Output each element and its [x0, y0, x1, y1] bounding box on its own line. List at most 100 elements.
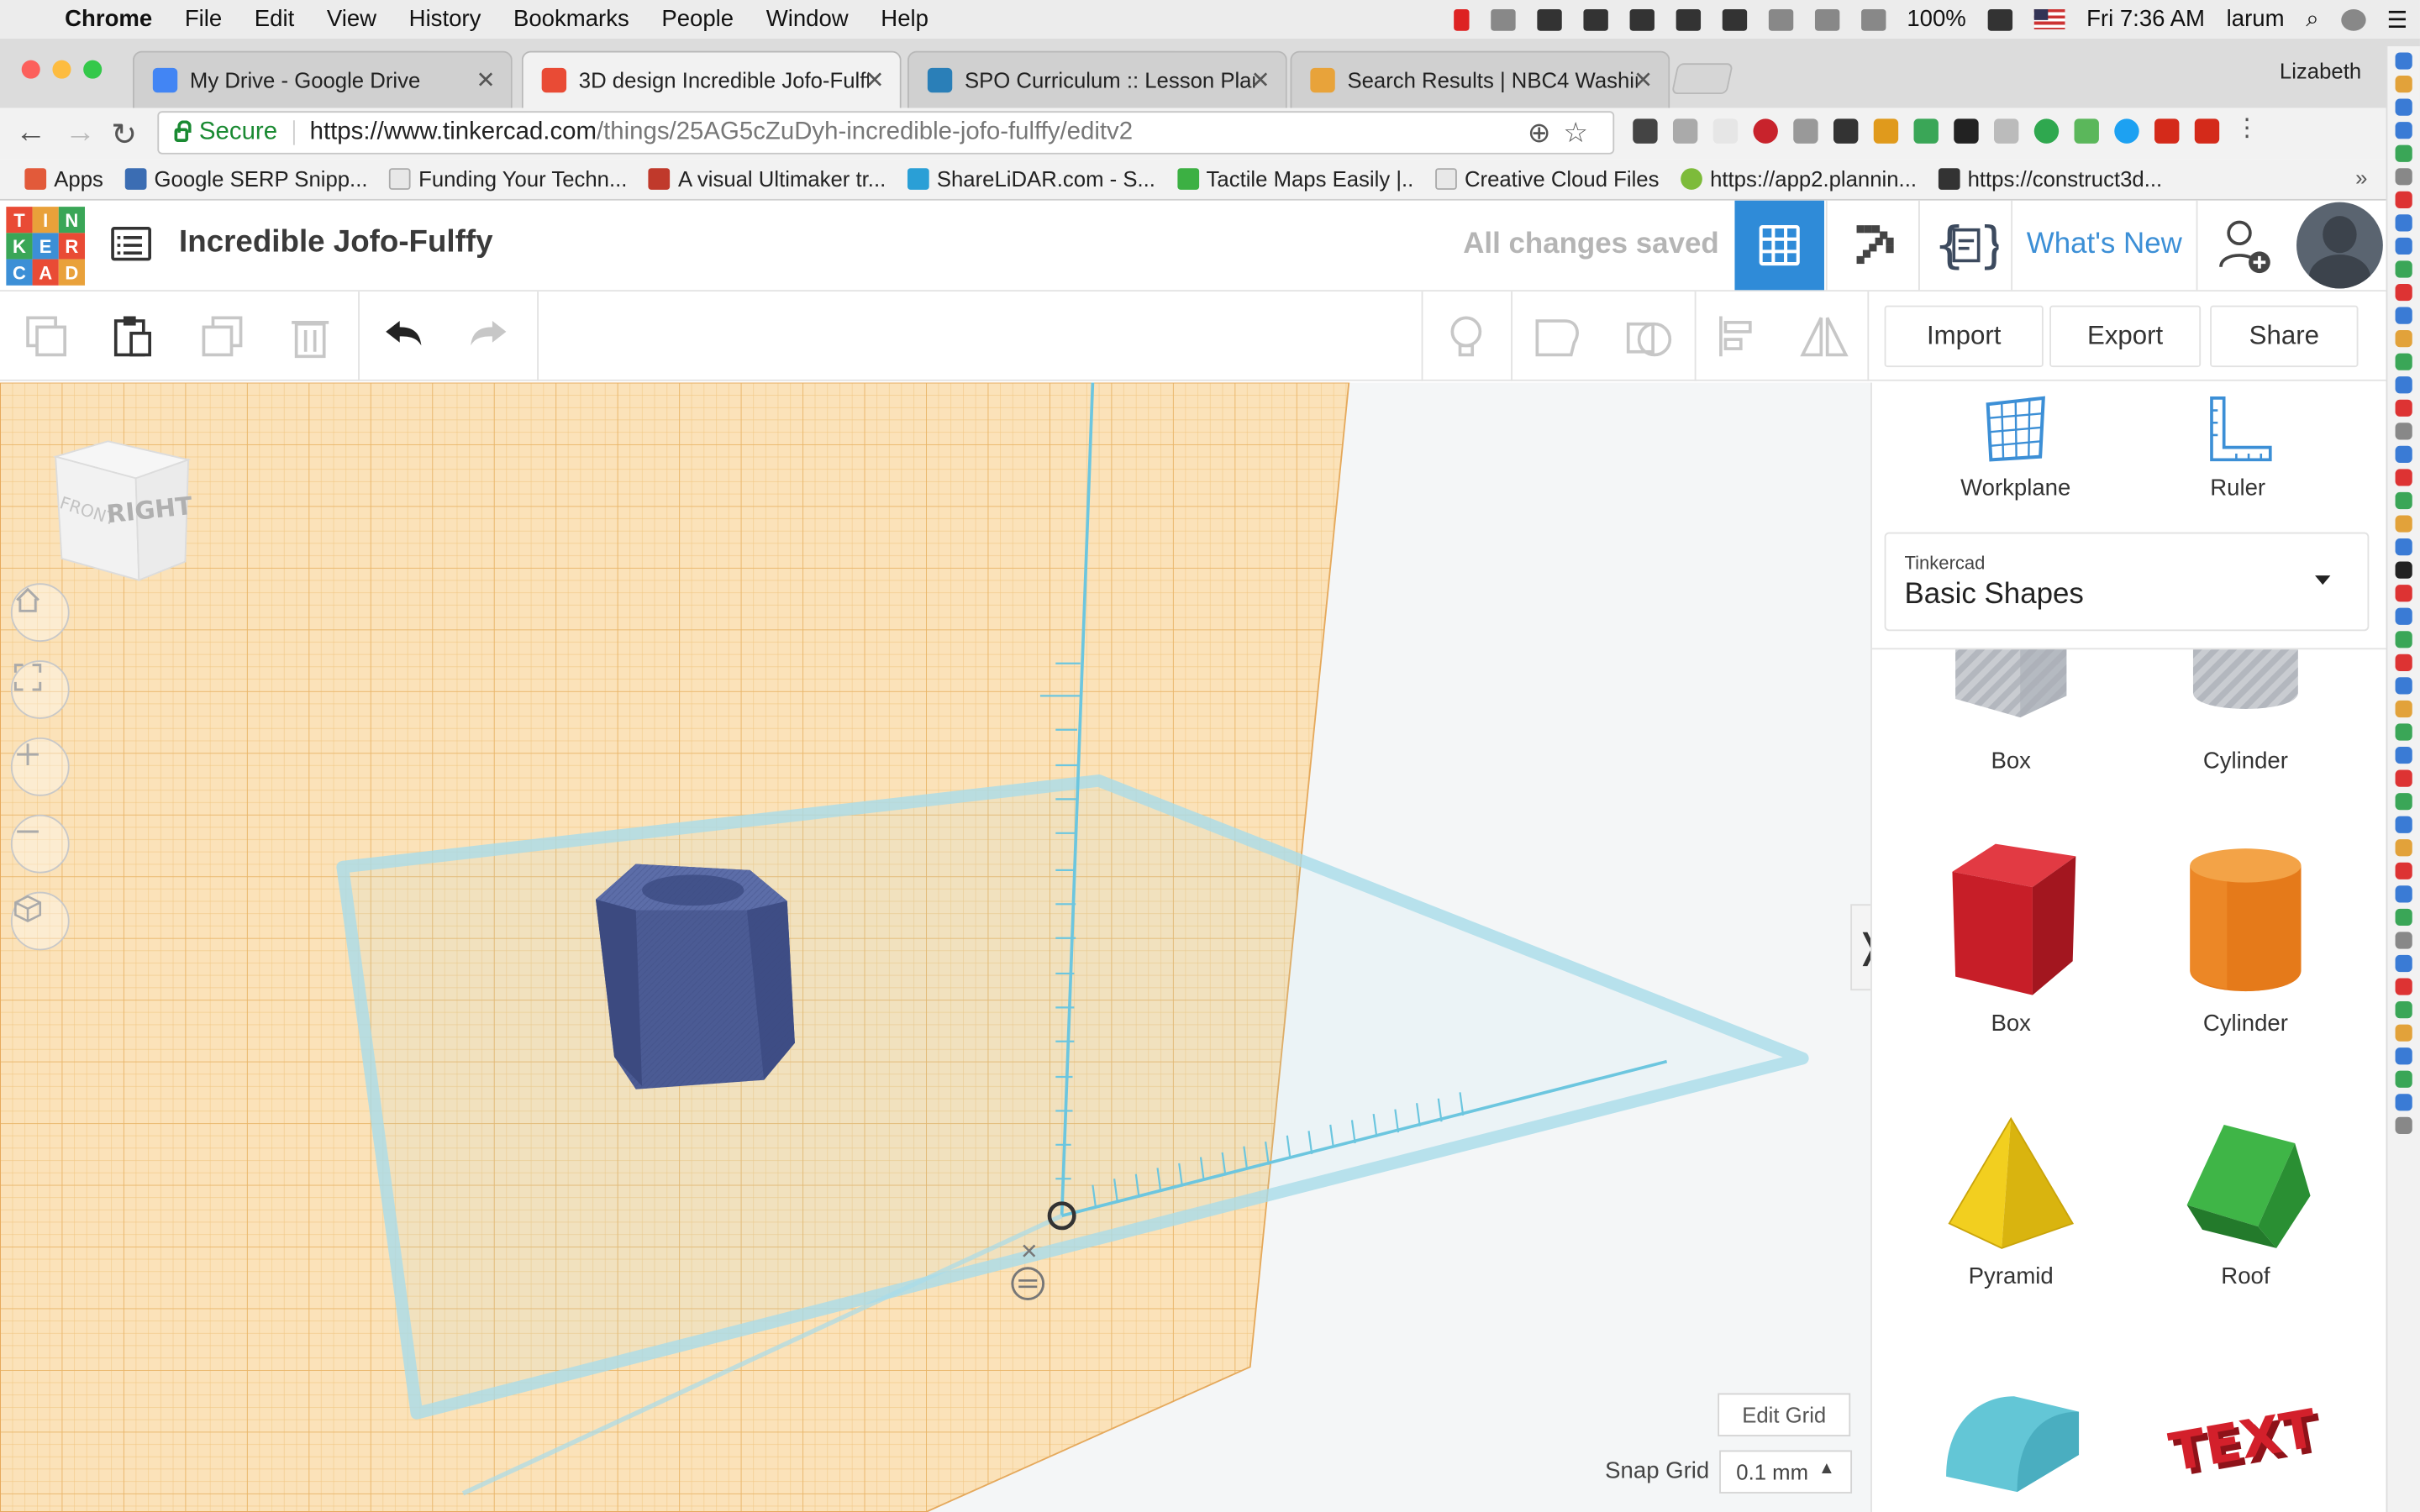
menu-user[interactable]: larum [2227, 6, 2285, 32]
new-tab-button[interactable] [1670, 63, 1733, 95]
side-icon[interactable] [2395, 908, 2412, 927]
forward-arrow-icon[interactable]: → [65, 116, 96, 151]
menu-people[interactable]: People [661, 6, 734, 32]
back-arrow-icon[interactable]: ← [15, 116, 46, 151]
tab-tinkercad[interactable]: 3D design Incredible Jofo-Fulffy ✕ [521, 50, 902, 108]
us-flag-input-icon[interactable] [2033, 9, 2065, 29]
side-icon[interactable] [2395, 954, 2412, 973]
shape-roof[interactable]: Roof [2138, 1112, 2354, 1289]
side-icon[interactable] [2395, 932, 2412, 949]
shape-pyramid[interactable]: Pyramid [1903, 1112, 2119, 1289]
whats-new-button[interactable]: What's New [2011, 200, 2196, 291]
minecraft-view-button[interactable] [1825, 200, 1918, 291]
copy-button[interactable] [15, 307, 76, 366]
side-icon[interactable] [2395, 515, 2412, 533]
side-icon[interactable] [2395, 769, 2412, 787]
side-icon[interactable] [2395, 423, 2412, 440]
side-icon[interactable] [2395, 122, 2412, 139]
tinkercad-logo[interactable]: T I N K E R C A D [6, 207, 86, 286]
side-icon[interactable] [2395, 839, 2412, 857]
download-extension-icon[interactable] [2033, 118, 2060, 144]
bookmark-tactile-maps[interactable]: Tactile Maps Easily |.. [1176, 166, 1413, 192]
reload-icon[interactable]: ↻ [111, 116, 137, 155]
design-title[interactable]: Incredible Jofo-Fulffy [179, 225, 492, 260]
tab-google-drive[interactable]: My Drive - Google Drive ✕ [132, 50, 513, 108]
battery-percent[interactable]: 100% [1907, 6, 1965, 32]
bookmark-creative-cloud[interactable]: Creative Cloud Files [1435, 166, 1659, 192]
side-icon[interactable] [2395, 862, 2412, 879]
bookmark-construct3d[interactable]: https://construct3d... [1938, 166, 2162, 192]
side-icon[interactable] [2395, 260, 2412, 278]
share-button[interactable]: Share [2210, 305, 2359, 368]
bookmark-apps[interactable]: Apps [24, 166, 103, 192]
side-icon[interactable] [2395, 1116, 2412, 1134]
fit-view-button[interactable] [10, 660, 70, 719]
bookmark-planning[interactable]: https://app2.plannin... [1681, 166, 1917, 192]
shape-text[interactable]: TEXT TEXT [2138, 1374, 2354, 1498]
shape-cylinder-hole[interactable]: Cylinder [2138, 649, 2354, 774]
airplay-icon[interactable] [1860, 8, 1886, 30]
export-button[interactable]: Export [2049, 305, 2202, 368]
extension-icon[interactable] [1712, 118, 1739, 144]
zoom-window-button[interactable] [83, 60, 103, 79]
home-view-button[interactable] [10, 583, 70, 643]
align-button[interactable] [1707, 307, 1768, 366]
side-icon[interactable] [2395, 816, 2412, 833]
design-list-icon[interactable] [111, 226, 151, 261]
acrobat-extension-icon[interactable] [2154, 118, 2180, 144]
tab-close-icon[interactable]: ✕ [1251, 66, 1270, 94]
menu-app-name[interactable]: Chrome [65, 6, 152, 32]
undo-button[interactable] [372, 307, 434, 366]
siri-icon[interactable] [2340, 8, 2365, 30]
side-icon[interactable] [2395, 585, 2412, 602]
notes-button[interactable] [1435, 307, 1497, 366]
side-icon[interactable] [2395, 469, 2412, 486]
side-icon[interactable] [2395, 700, 2412, 718]
3d-view-button[interactable] [1734, 200, 1824, 291]
shape-cylinder[interactable]: Cylinder [2138, 835, 2354, 1037]
side-icon[interactable] [2395, 491, 2412, 510]
print-extension-icon[interactable] [1913, 118, 1939, 144]
group-button[interactable] [1526, 307, 1587, 366]
side-icon[interactable] [2395, 75, 2412, 93]
lock-icon[interactable] [1675, 8, 1701, 30]
profile-name[interactable]: Lizabeth [2280, 59, 2361, 83]
evernote-extension-icon[interactable] [1633, 118, 1658, 144]
menu-file[interactable]: File [185, 6, 222, 32]
menu-bookmarks[interactable]: Bookmarks [513, 6, 629, 32]
side-icon[interactable] [2395, 237, 2412, 255]
minimize-window-button[interactable] [52, 60, 71, 79]
codeblocks-button[interactable]: { } [1918, 200, 2011, 291]
tab-close-icon[interactable]: ✕ [1634, 66, 1653, 94]
redo-button[interactable] [458, 307, 519, 366]
amazon-extension-icon[interactable] [1954, 118, 1979, 144]
menu-clock[interactable]: Fri 7:36 AM [2086, 6, 2205, 32]
side-icon[interactable] [2395, 1094, 2412, 1111]
cast-extension-icon[interactable] [1833, 118, 1859, 144]
bookmark-ultimaker[interactable]: A visual Ultimaker tr... [649, 166, 886, 192]
camera-extension-icon[interactable] [1994, 118, 2019, 144]
snap-grid-select[interactable]: 0.1 mm ▲ [1719, 1450, 1853, 1494]
side-icon[interactable] [2395, 353, 2412, 370]
side-icon[interactable] [2395, 631, 2412, 648]
notification-center-icon[interactable]: ☰ [2387, 5, 2408, 33]
ruler-button[interactable]: Ruler [2169, 395, 2307, 518]
user-avatar[interactable] [2296, 202, 2383, 289]
duplicate-button[interactable] [192, 307, 253, 366]
screen-capture-icon[interactable] [1628, 8, 1655, 30]
side-icon[interactable] [2395, 885, 2412, 903]
bookmark-sharelidar[interactable]: ShareLiDAR.com - S... [907, 166, 1155, 192]
battery-bar-icon[interactable] [1582, 8, 1608, 30]
tab-close-icon[interactable]: ✕ [865, 66, 884, 94]
time-machine-icon[interactable] [1768, 8, 1793, 30]
side-icon[interactable] [2395, 445, 2412, 464]
zoom-out-button[interactable] [10, 814, 70, 874]
tab-nbc4[interactable]: Search Results | NBC4 Washington ✕ [1290, 50, 1670, 108]
twitter-extension-icon[interactable] [2114, 118, 2139, 144]
side-icon[interactable] [2395, 1070, 2412, 1088]
side-icon[interactable] [2395, 793, 2412, 811]
bookmark-funding[interactable]: Funding Your Techn... [389, 166, 627, 192]
hexagon-prism-object[interactable] [595, 864, 795, 1089]
side-icon[interactable] [2395, 52, 2412, 70]
side-icon[interactable] [2395, 978, 2412, 995]
